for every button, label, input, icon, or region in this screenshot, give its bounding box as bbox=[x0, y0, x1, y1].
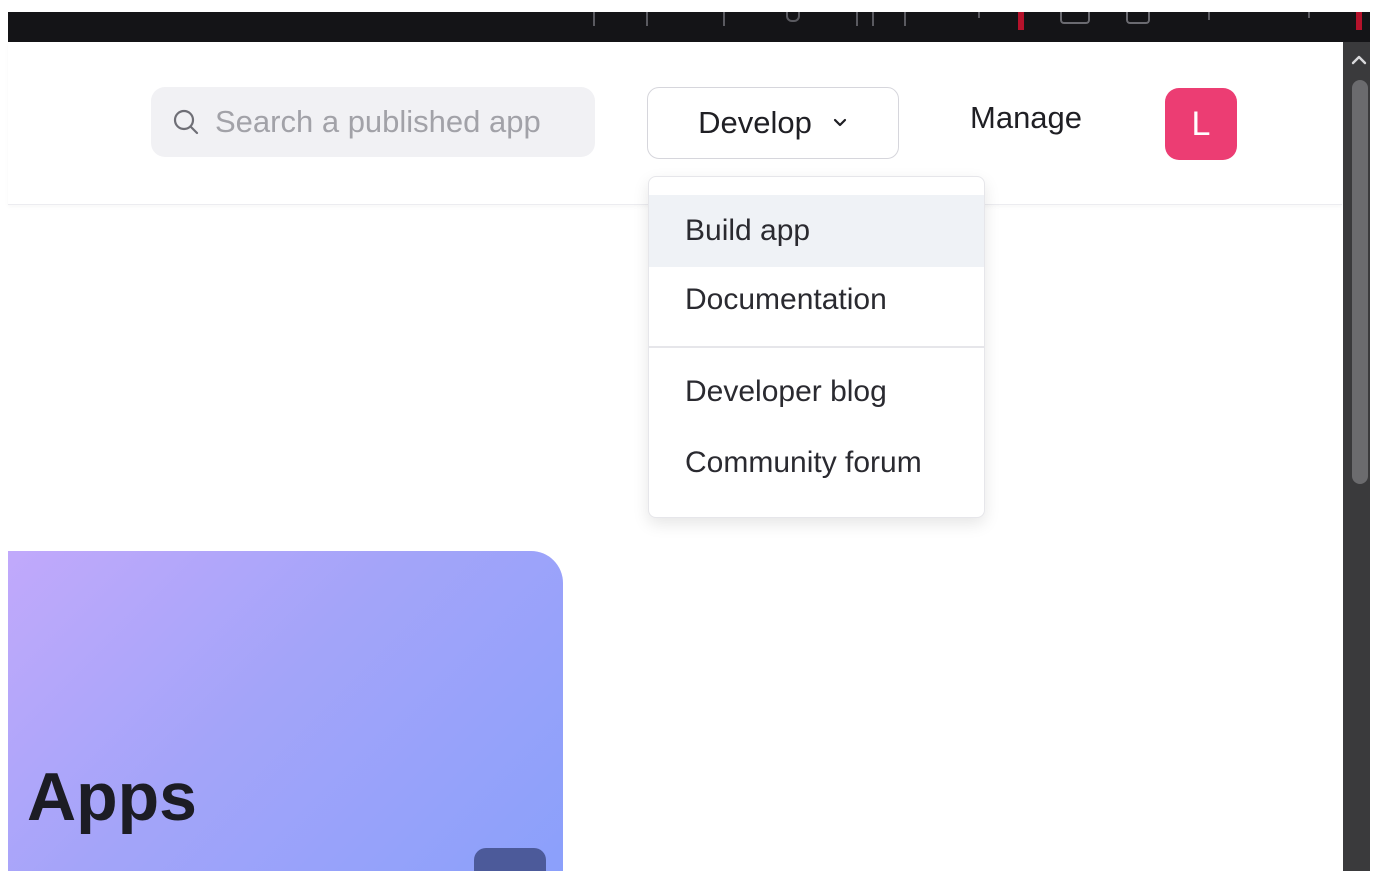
user-avatar[interactable]: L bbox=[1165, 88, 1237, 160]
toolbar-divider bbox=[904, 12, 906, 26]
menu-item-build-app[interactable]: Build app bbox=[649, 195, 984, 267]
right-edge bbox=[1370, 0, 1375, 871]
toolbar-icon[interactable] bbox=[786, 12, 800, 22]
search-box[interactable] bbox=[151, 87, 595, 157]
toolbar-divider bbox=[723, 12, 725, 26]
toolbar-red-indicator bbox=[1018, 12, 1024, 30]
toolbar-download-icon[interactable] bbox=[1126, 12, 1150, 24]
search-icon bbox=[173, 109, 199, 135]
toolbar-icon[interactable] bbox=[1208, 12, 1210, 20]
left-gutter bbox=[0, 0, 8, 871]
menu-item-community-forum[interactable]: Community forum bbox=[649, 428, 984, 498]
toolbar-icon[interactable] bbox=[978, 12, 980, 18]
browser-toolbar-strip bbox=[8, 12, 1375, 42]
scrollbar-thumb[interactable] bbox=[1352, 80, 1368, 484]
manage-link[interactable]: Manage bbox=[970, 100, 1082, 136]
toolbar-red-indicator bbox=[1356, 12, 1362, 30]
hero-action-chip[interactable] bbox=[474, 848, 546, 871]
menu-divider bbox=[649, 346, 984, 348]
toolbar-divider bbox=[872, 12, 874, 26]
toolbar-divider bbox=[646, 12, 648, 26]
apps-hero-banner: Apps bbox=[8, 551, 563, 871]
page-title: Apps bbox=[27, 759, 197, 835]
develop-menu-button[interactable]: Develop bbox=[647, 87, 899, 159]
app-window: Develop Manage L Build app Documentation… bbox=[0, 0, 1375, 871]
toolbar-divider bbox=[593, 12, 595, 26]
scroll-up-arrow-icon[interactable] bbox=[1349, 52, 1369, 68]
toolbar-tab-icon[interactable] bbox=[1060, 12, 1090, 24]
chevron-down-icon bbox=[833, 118, 846, 127]
menu-item-documentation[interactable]: Documentation bbox=[649, 265, 984, 335]
toolbar-icon[interactable] bbox=[1308, 12, 1310, 18]
develop-dropdown-menu: Build app Documentation Developer blog C… bbox=[648, 176, 985, 518]
menu-item-developer-blog[interactable]: Developer blog bbox=[649, 357, 984, 427]
toolbar-divider bbox=[856, 12, 858, 26]
develop-button-label: Develop bbox=[698, 105, 812, 140]
search-input[interactable] bbox=[215, 104, 575, 140]
